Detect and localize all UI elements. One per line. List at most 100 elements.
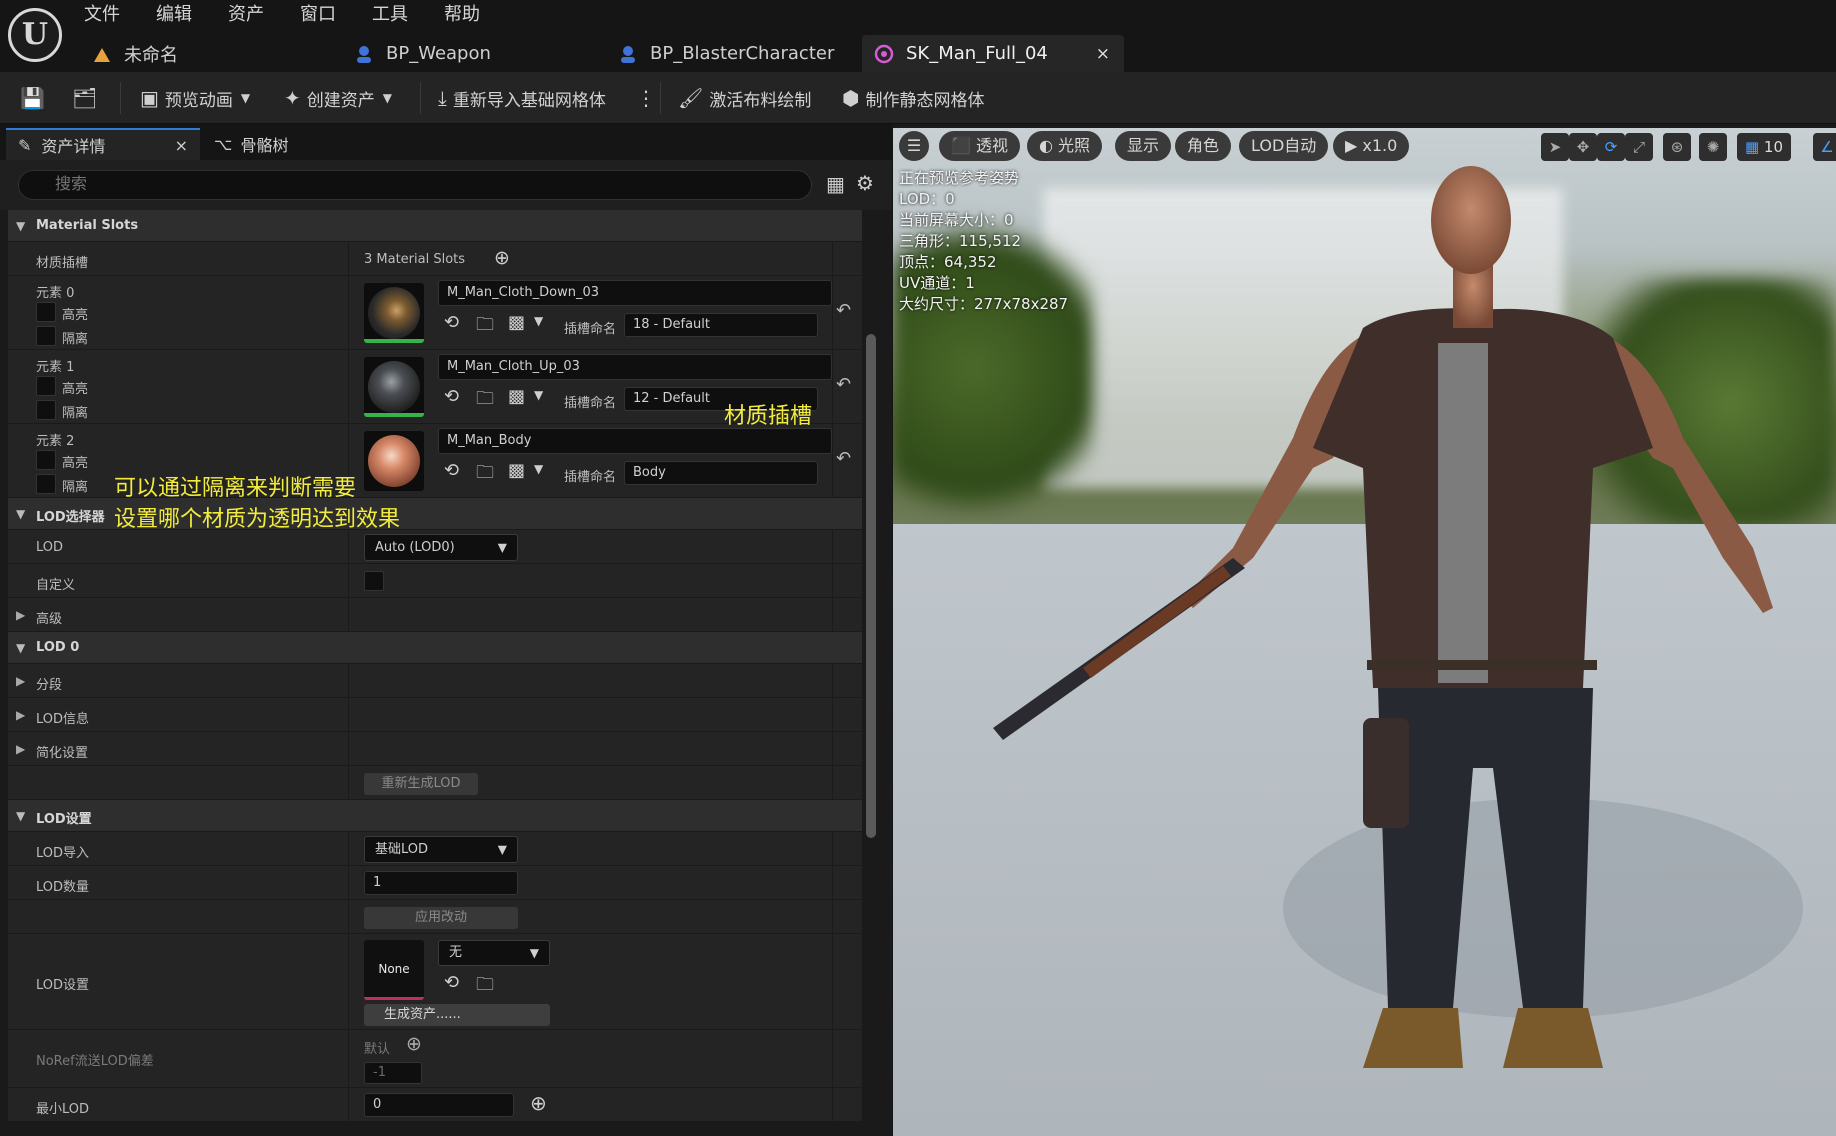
lod-count-field[interactable]: 1 bbox=[364, 871, 518, 895]
apply-changes-button[interactable]: 应用改动 bbox=[364, 907, 518, 929]
menu-window[interactable]: 窗口 bbox=[300, 0, 336, 30]
checker-icon[interactable]: ▩ bbox=[508, 460, 525, 481]
add-override-icon[interactable]: ⊕ bbox=[406, 1033, 422, 1055]
material-thumbnail[interactable] bbox=[364, 431, 424, 491]
make-static-mesh-button[interactable]: ⬢ 制作静态网格体 bbox=[842, 72, 984, 124]
viewport-menu-button[interactable]: ☰ bbox=[899, 131, 929, 161]
use-selected-icon[interactable]: ⟲ bbox=[444, 312, 459, 333]
use-selected-icon[interactable]: ⟲ bbox=[444, 460, 459, 481]
browse-asset-icon[interactable]: 🗀 bbox=[476, 460, 494, 490]
reimport-base-mesh-button[interactable]: ⤓ 重新导入基础网格体 bbox=[438, 72, 606, 124]
lod-settings-dropdown[interactable]: 无 ▼ bbox=[438, 940, 550, 966]
material-thumbnail[interactable] bbox=[364, 283, 424, 343]
browse-button[interactable]: 🗂 bbox=[72, 72, 103, 124]
lod-settings-thumbnail[interactable]: None bbox=[364, 940, 424, 1000]
chevron-down-icon[interactable]: ▼ bbox=[534, 388, 543, 402]
menu-file[interactable]: 文件 bbox=[84, 0, 120, 30]
material-thumbnail[interactable] bbox=[364, 357, 424, 417]
isolate-checkbox[interactable] bbox=[36, 326, 56, 346]
reset-arrow-icon[interactable]: ↶ bbox=[836, 300, 851, 321]
surface-snap-icon[interactable]: ✺ bbox=[1699, 133, 1727, 161]
slot-name-field[interactable]: 18 - Default bbox=[624, 313, 818, 337]
generate-asset-button[interactable]: 生成资产...... bbox=[364, 1004, 550, 1026]
unreal-logo-icon[interactable]: U bbox=[8, 8, 62, 62]
noref-value-field[interactable]: -1 bbox=[364, 1062, 422, 1084]
lod-dropdown[interactable]: Auto (LOD0) ▼ bbox=[364, 534, 518, 561]
world-local-icon[interactable]: ⊛ bbox=[1663, 133, 1691, 161]
playback-speed-button[interactable]: ▶ x1.0 bbox=[1333, 131, 1410, 161]
menu-tools[interactable]: 工具 bbox=[372, 0, 408, 30]
checker-icon[interactable]: ▩ bbox=[508, 312, 525, 333]
grid-snap-button[interactable]: ▦ 10 bbox=[1737, 133, 1791, 161]
menu-help[interactable]: 帮助 bbox=[444, 0, 480, 30]
rotation-snap-icon[interactable]: ∠ bbox=[1813, 133, 1836, 161]
perspective-button[interactable]: ⬛ 透视 bbox=[939, 131, 1021, 161]
use-selected-icon[interactable]: ⟲ bbox=[444, 386, 459, 407]
select-mode-icon[interactable]: ➤ bbox=[1541, 133, 1569, 161]
close-panel-icon[interactable]: × bbox=[175, 136, 188, 155]
tab-sk-man-full-04[interactable]: SK_Man_Full_04 × bbox=[862, 35, 1124, 72]
tab-asset-details[interactable]: ✎ 资产详情 × bbox=[6, 128, 200, 160]
advanced-row[interactable]: ▶ 高级 bbox=[8, 598, 862, 632]
slot-name-field[interactable]: Body bbox=[624, 461, 818, 485]
sections-row[interactable]: ▶ 分段 bbox=[8, 664, 862, 698]
highlight-checkbox[interactable] bbox=[36, 376, 56, 396]
advanced-label: 高级 bbox=[36, 612, 63, 627]
material-slots-row: 材质插槽 3 Material Slots ⊕ bbox=[8, 242, 862, 276]
tab-skeleton-tree[interactable]: ⌥ 骨骼树 bbox=[210, 128, 350, 160]
add-slot-icon[interactable]: ⊕ bbox=[494, 247, 510, 269]
material-name-field[interactable]: M_Man_Cloth_Up_03 bbox=[438, 354, 832, 380]
translate-icon[interactable]: ✥ bbox=[1569, 133, 1597, 161]
close-tab-icon[interactable]: × bbox=[1096, 44, 1110, 64]
checker-icon[interactable]: ▩ bbox=[508, 386, 525, 407]
annotation-isolate-line2: 设置哪个材质为透明达到效果 bbox=[114, 507, 401, 532]
reduction-settings-row[interactable]: ▶ 简化设置 bbox=[8, 732, 862, 766]
material-name-field[interactable]: M_Man_Cloth_Down_03 bbox=[438, 280, 832, 306]
lod-import-dropdown[interactable]: 基础LOD ▼ bbox=[364, 836, 518, 863]
tab-bp-weapon[interactable]: BP_Weapon bbox=[342, 35, 606, 72]
preview-viewport[interactable]: ☰ ⬛ 透视 ◐ 光照 显示 角色 LOD自动 ▶ x1.0 ➤ ✥ ⟳ ⤢ ⊛… bbox=[893, 128, 1836, 1136]
lod0-header[interactable]: ▼ LOD 0 bbox=[8, 632, 862, 664]
min-lod-field[interactable]: 0 bbox=[364, 1093, 514, 1117]
more-options-button[interactable]: ⋮ bbox=[636, 72, 662, 124]
isolate-checkbox[interactable] bbox=[36, 474, 56, 494]
tab-untitled[interactable]: 未命名 bbox=[80, 35, 342, 72]
preview-animation-button[interactable]: ▣ 预览动画 ▼ bbox=[140, 72, 250, 124]
browse-asset-icon[interactable]: 🗀 bbox=[476, 386, 494, 416]
lod-settings-header[interactable]: ▼ LOD设置 bbox=[8, 800, 862, 832]
custom-checkbox[interactable] bbox=[364, 571, 384, 591]
save-button[interactable]: 💾 bbox=[20, 72, 51, 124]
search-input[interactable] bbox=[18, 170, 812, 200]
scale-icon[interactable]: ⤢ bbox=[1625, 133, 1653, 161]
menu-asset[interactable]: 资产 bbox=[228, 0, 264, 30]
reset-arrow-icon[interactable]: ↶ bbox=[836, 448, 851, 469]
lod-auto-button[interactable]: LOD自动 bbox=[1239, 131, 1329, 161]
lod-info-row[interactable]: ▶ LOD信息 bbox=[8, 698, 862, 732]
add-override-icon[interactable]: ⊕ bbox=[530, 1091, 547, 1115]
expand-arrow-icon: ▼ bbox=[16, 219, 26, 233]
rotate-icon[interactable]: ⟳ bbox=[1597, 133, 1625, 161]
material-name-field[interactable]: M_Man_Body bbox=[438, 428, 832, 454]
reset-arrow-icon[interactable]: ↶ bbox=[836, 374, 851, 395]
material-slots-header[interactable]: ▼ Material Slots bbox=[8, 210, 862, 242]
settings-gear-icon[interactable]: ⚙ bbox=[856, 171, 874, 195]
create-asset-button[interactable]: ✦ 创建资产 ▼ bbox=[284, 72, 392, 124]
menu-edit[interactable]: 编辑 bbox=[156, 0, 192, 30]
activate-cloth-paint-button[interactable]: 🖌 激活布料绘制 bbox=[678, 72, 811, 124]
highlight-checkbox[interactable] bbox=[36, 450, 56, 470]
character-button[interactable]: 角色 bbox=[1175, 131, 1232, 161]
collapsed-arrow-icon: ▶ bbox=[16, 708, 26, 722]
details-scrollbar[interactable] bbox=[866, 334, 876, 838]
regenerate-lod-button[interactable]: 重新生成LOD bbox=[364, 773, 478, 795]
browse-asset-icon[interactable]: 🗀 bbox=[476, 972, 494, 1002]
use-selected-icon[interactable]: ⟲ bbox=[444, 972, 459, 993]
chevron-down-icon[interactable]: ▼ bbox=[534, 314, 543, 328]
browse-asset-icon[interactable]: 🗀 bbox=[476, 312, 494, 342]
show-button[interactable]: 显示 bbox=[1115, 131, 1172, 161]
chevron-down-icon[interactable]: ▼ bbox=[534, 462, 543, 476]
highlight-checkbox[interactable] bbox=[36, 302, 56, 322]
isolate-checkbox[interactable] bbox=[36, 400, 56, 420]
lighting-button[interactable]: ◐ 光照 bbox=[1027, 131, 1103, 161]
tab-bp-blaster-character[interactable]: BP_BlasterCharacter bbox=[606, 35, 862, 72]
table-view-icon[interactable]: ▦ bbox=[826, 172, 845, 196]
